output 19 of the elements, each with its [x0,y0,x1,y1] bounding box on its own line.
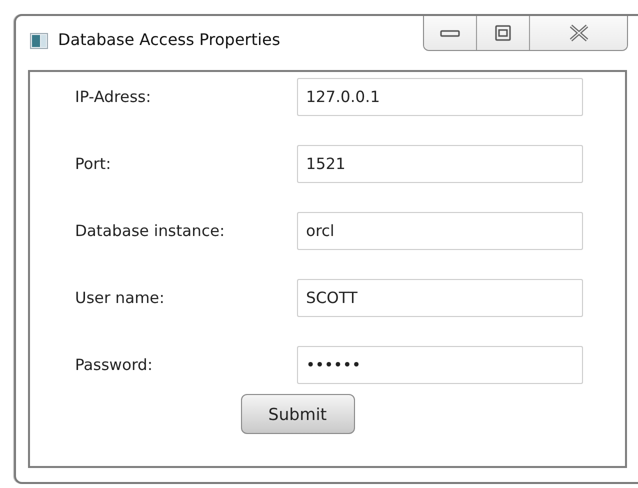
minimize-button[interactable] [424,16,477,50]
close-icon [568,24,590,42]
submit-button[interactable]: Submit [240,394,354,434]
input-field[interactable]: 1521 [297,145,583,183]
input-field[interactable]: •••••• [297,346,583,384]
input-field[interactable]: orcl [297,212,583,250]
maximize-icon [495,25,511,41]
field-label: Password: [75,356,154,374]
close-button[interactable] [530,16,627,50]
input-field[interactable]: SCOTT [297,279,583,317]
field-label: Database instance: [75,222,226,240]
app-icon [30,33,48,49]
input-field[interactable]: 127.0.0.1 [297,78,583,116]
minimize-icon [440,28,460,38]
field-label: User name: [75,289,166,307]
field-label: Port: [75,155,112,173]
window-title: Database Access Properties [58,30,280,49]
maximize-button[interactable] [477,16,530,50]
field-label: IP-Adress: [75,88,152,106]
